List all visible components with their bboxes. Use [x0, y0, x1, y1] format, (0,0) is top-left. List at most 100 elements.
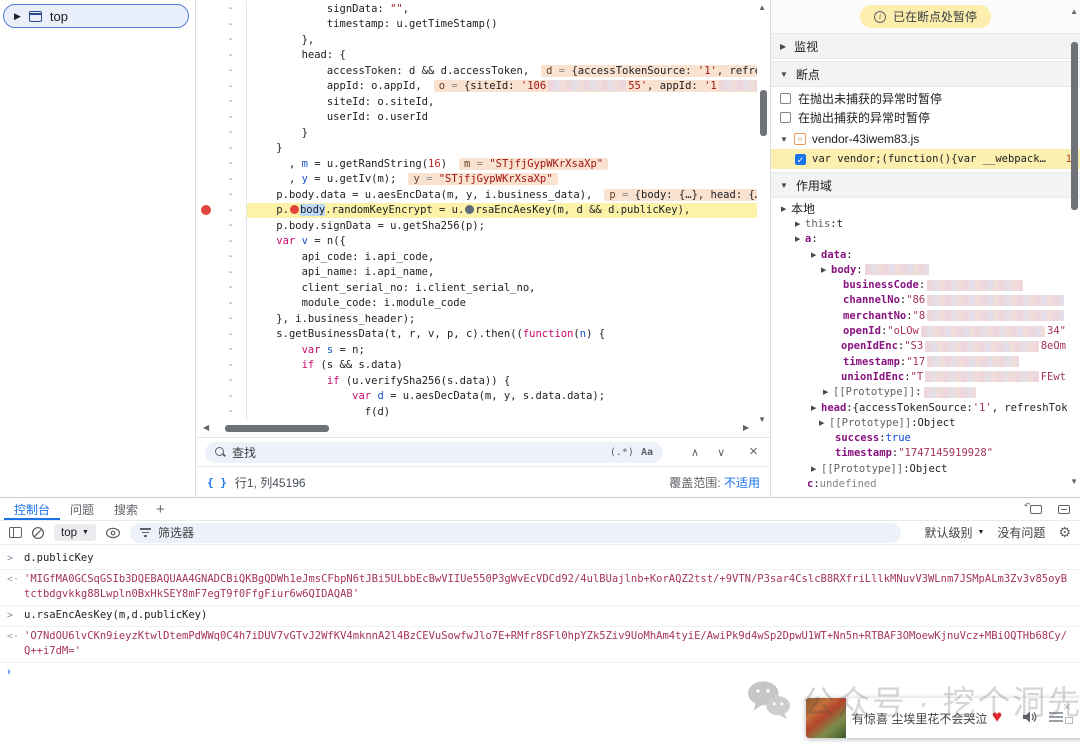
pretty-print-icon[interactable]: { } [207, 476, 227, 489]
pause-on-caught-row[interactable]: 在抛出捕获的异常时暂停 [771, 109, 1080, 125]
line-number-gutter[interactable]: - [215, 109, 247, 125]
line-number-gutter[interactable]: - [215, 16, 247, 32]
breakpoint-file-group[interactable]: ▼ ‹› vendor-43iwem83.js [771, 129, 1080, 149]
pause-on-uncaught-row[interactable]: 在抛出未捕获的异常时暂停 [771, 90, 1080, 106]
breakpoint-gutter[interactable] [197, 327, 215, 343]
line-number-gutter[interactable]: - [215, 47, 247, 63]
match-case-toggle[interactable]: Aa [641, 447, 653, 458]
line-number-gutter[interactable]: - [215, 249, 247, 265]
console-prompt[interactable]: › [0, 663, 1080, 678]
scope-row[interactable]: success: true [771, 430, 1080, 445]
clear-console-icon[interactable] [31, 526, 45, 540]
breakpoint-gutter[interactable] [197, 17, 215, 33]
line-number-gutter[interactable]: - [215, 373, 247, 389]
coverage-value[interactable]: 不适用 [724, 476, 760, 490]
sidebar-scrollbar[interactable] [1071, 42, 1078, 210]
line-number-gutter[interactable]: - [215, 342, 247, 358]
scope-row[interactable]: ▶ this: t [771, 216, 1080, 231]
scope-row[interactable]: ▶ [[Prototype]]: Object [771, 461, 1080, 476]
breakpoint-gutter[interactable] [197, 280, 215, 296]
expand-arrow-icon[interactable]: ▶ [811, 404, 821, 412]
checkbox-unchecked[interactable] [780, 92, 791, 104]
breakpoint-gutter[interactable] [197, 156, 215, 172]
scope-row[interactable]: ▶ head: {accessTokenSource: '1', refreshT… [771, 400, 1080, 415]
line-number-gutter[interactable]: - [215, 233, 247, 249]
next-match-button[interactable]: ∨ [717, 446, 725, 459]
line-number-gutter[interactable]: - [215, 78, 247, 94]
playlist-icon[interactable] [1049, 712, 1063, 725]
scroll-down-icon[interactable]: ▼ [758, 416, 766, 424]
expand-arrow-icon[interactable]: ▶ [781, 205, 791, 213]
line-number-gutter[interactable]: - [215, 218, 247, 234]
heart-icon[interactable]: ♥ [992, 707, 1002, 727]
scope-row[interactable]: ▶ [[Prototype]]: Object [771, 415, 1080, 430]
expand-arrow-icon[interactable]: ▶ [821, 266, 831, 274]
scroll-up-icon[interactable]: ▲ [1070, 8, 1078, 16]
line-number-gutter[interactable]: - [215, 388, 247, 404]
line-number-gutter[interactable]: - [215, 357, 247, 373]
close-icon[interactable]: × [1063, 700, 1071, 713]
expand-drawer-icon[interactable] [1058, 504, 1070, 514]
breakpoint-gutter[interactable] [197, 63, 215, 79]
breakpoint-gutter[interactable] [197, 342, 215, 358]
scope-row[interactable]: businessCode: [771, 277, 1080, 292]
settings-gear-icon[interactable]: ⚙ [1058, 524, 1071, 541]
scope-row[interactable]: timestamp: "1747145919928" [771, 446, 1080, 461]
scope-row[interactable]: channelNo: "86 [771, 293, 1080, 308]
breakpoint-gutter[interactable] [197, 373, 215, 389]
line-number-gutter[interactable]: - [215, 187, 247, 203]
collapse-arrow-icon[interactable]: ▼ [780, 70, 788, 79]
tab-console[interactable]: 控制台 [4, 498, 60, 520]
scope-row[interactable]: unionIdEnc: "T FEwt [771, 369, 1080, 384]
scope-row[interactable]: ▶ data: [771, 247, 1080, 262]
line-number-gutter[interactable]: - [215, 94, 247, 110]
expand-arrow-icon[interactable]: ▶ [811, 465, 821, 473]
breakpoint-gutter[interactable] [197, 125, 215, 141]
breakpoint-gutter[interactable] [197, 141, 215, 157]
line-number-gutter[interactable]: - [215, 295, 247, 311]
line-number-gutter[interactable]: - [215, 1, 247, 17]
scroll-left-icon[interactable]: ◀ [203, 424, 209, 432]
breakpoint-gutter[interactable] [197, 234, 215, 250]
breakpoint-gutter[interactable] [197, 249, 215, 265]
line-number-gutter[interactable]: - [215, 202, 247, 218]
checkbox-checked[interactable]: ✓ [795, 153, 806, 165]
expand-arrow-icon[interactable]: ▶ [811, 251, 821, 259]
line-number-gutter[interactable]: - [215, 264, 247, 280]
line-number-gutter[interactable]: - [215, 171, 247, 187]
speaker-icon[interactable] [1022, 710, 1038, 724]
expand-arrow-icon[interactable]: ▶ [795, 220, 805, 228]
scope-row[interactable]: ▶ [[Prototype]]: [771, 385, 1080, 400]
line-number-gutter[interactable]: - [215, 125, 247, 141]
line-number-gutter[interactable]: - [215, 280, 247, 296]
undock-drawer-icon[interactable] [1024, 501, 1042, 514]
breakpoint-gutter[interactable] [197, 218, 215, 234]
line-number-gutter[interactable]: - [215, 156, 247, 172]
breakpoint-gutter[interactable] [197, 110, 215, 126]
issues-counter[interactable]: 没有问题 [997, 524, 1045, 541]
breakpoint-gutter[interactable] [197, 48, 215, 64]
close-search-icon[interactable]: × [749, 444, 758, 459]
scroll-down-icon[interactable]: ▼ [1070, 478, 1078, 486]
context-selector[interactable]: top ▼ [54, 524, 96, 541]
breakpoint-dot[interactable] [197, 203, 215, 219]
scope-row[interactable]: timestamp: "17 [771, 354, 1080, 369]
scroll-up-icon[interactable]: ▲ [758, 4, 766, 12]
breakpoint-gutter[interactable] [197, 32, 215, 48]
breakpoint-gutter[interactable] [197, 358, 215, 374]
expand-arrow-icon[interactable]: ▶ [823, 388, 833, 396]
previous-match-button[interactable]: ∧ [691, 446, 699, 459]
console-filter-input[interactable]: 筛选器 [129, 522, 902, 543]
breakpoint-gutter[interactable] [197, 389, 215, 405]
frame-tree-item-top[interactable]: ▶ top [3, 4, 189, 28]
tab-search[interactable]: 搜索 [104, 498, 148, 520]
collapse-arrow-icon[interactable]: ▼ [780, 135, 788, 144]
breakpoint-gutter[interactable] [197, 311, 215, 327]
collapse-arrow-icon[interactable]: ▶ [780, 42, 786, 51]
horizontal-scrollbar[interactable] [225, 425, 329, 432]
expand-arrow-icon[interactable]: ▶ [795, 235, 805, 243]
expand-arrow-icon[interactable]: ▶ [819, 419, 829, 427]
minimize-icon[interactable] [1065, 717, 1073, 724]
scope-row[interactable]: ▶ 本地 [771, 201, 1080, 216]
line-number-gutter[interactable]: - [215, 63, 247, 79]
